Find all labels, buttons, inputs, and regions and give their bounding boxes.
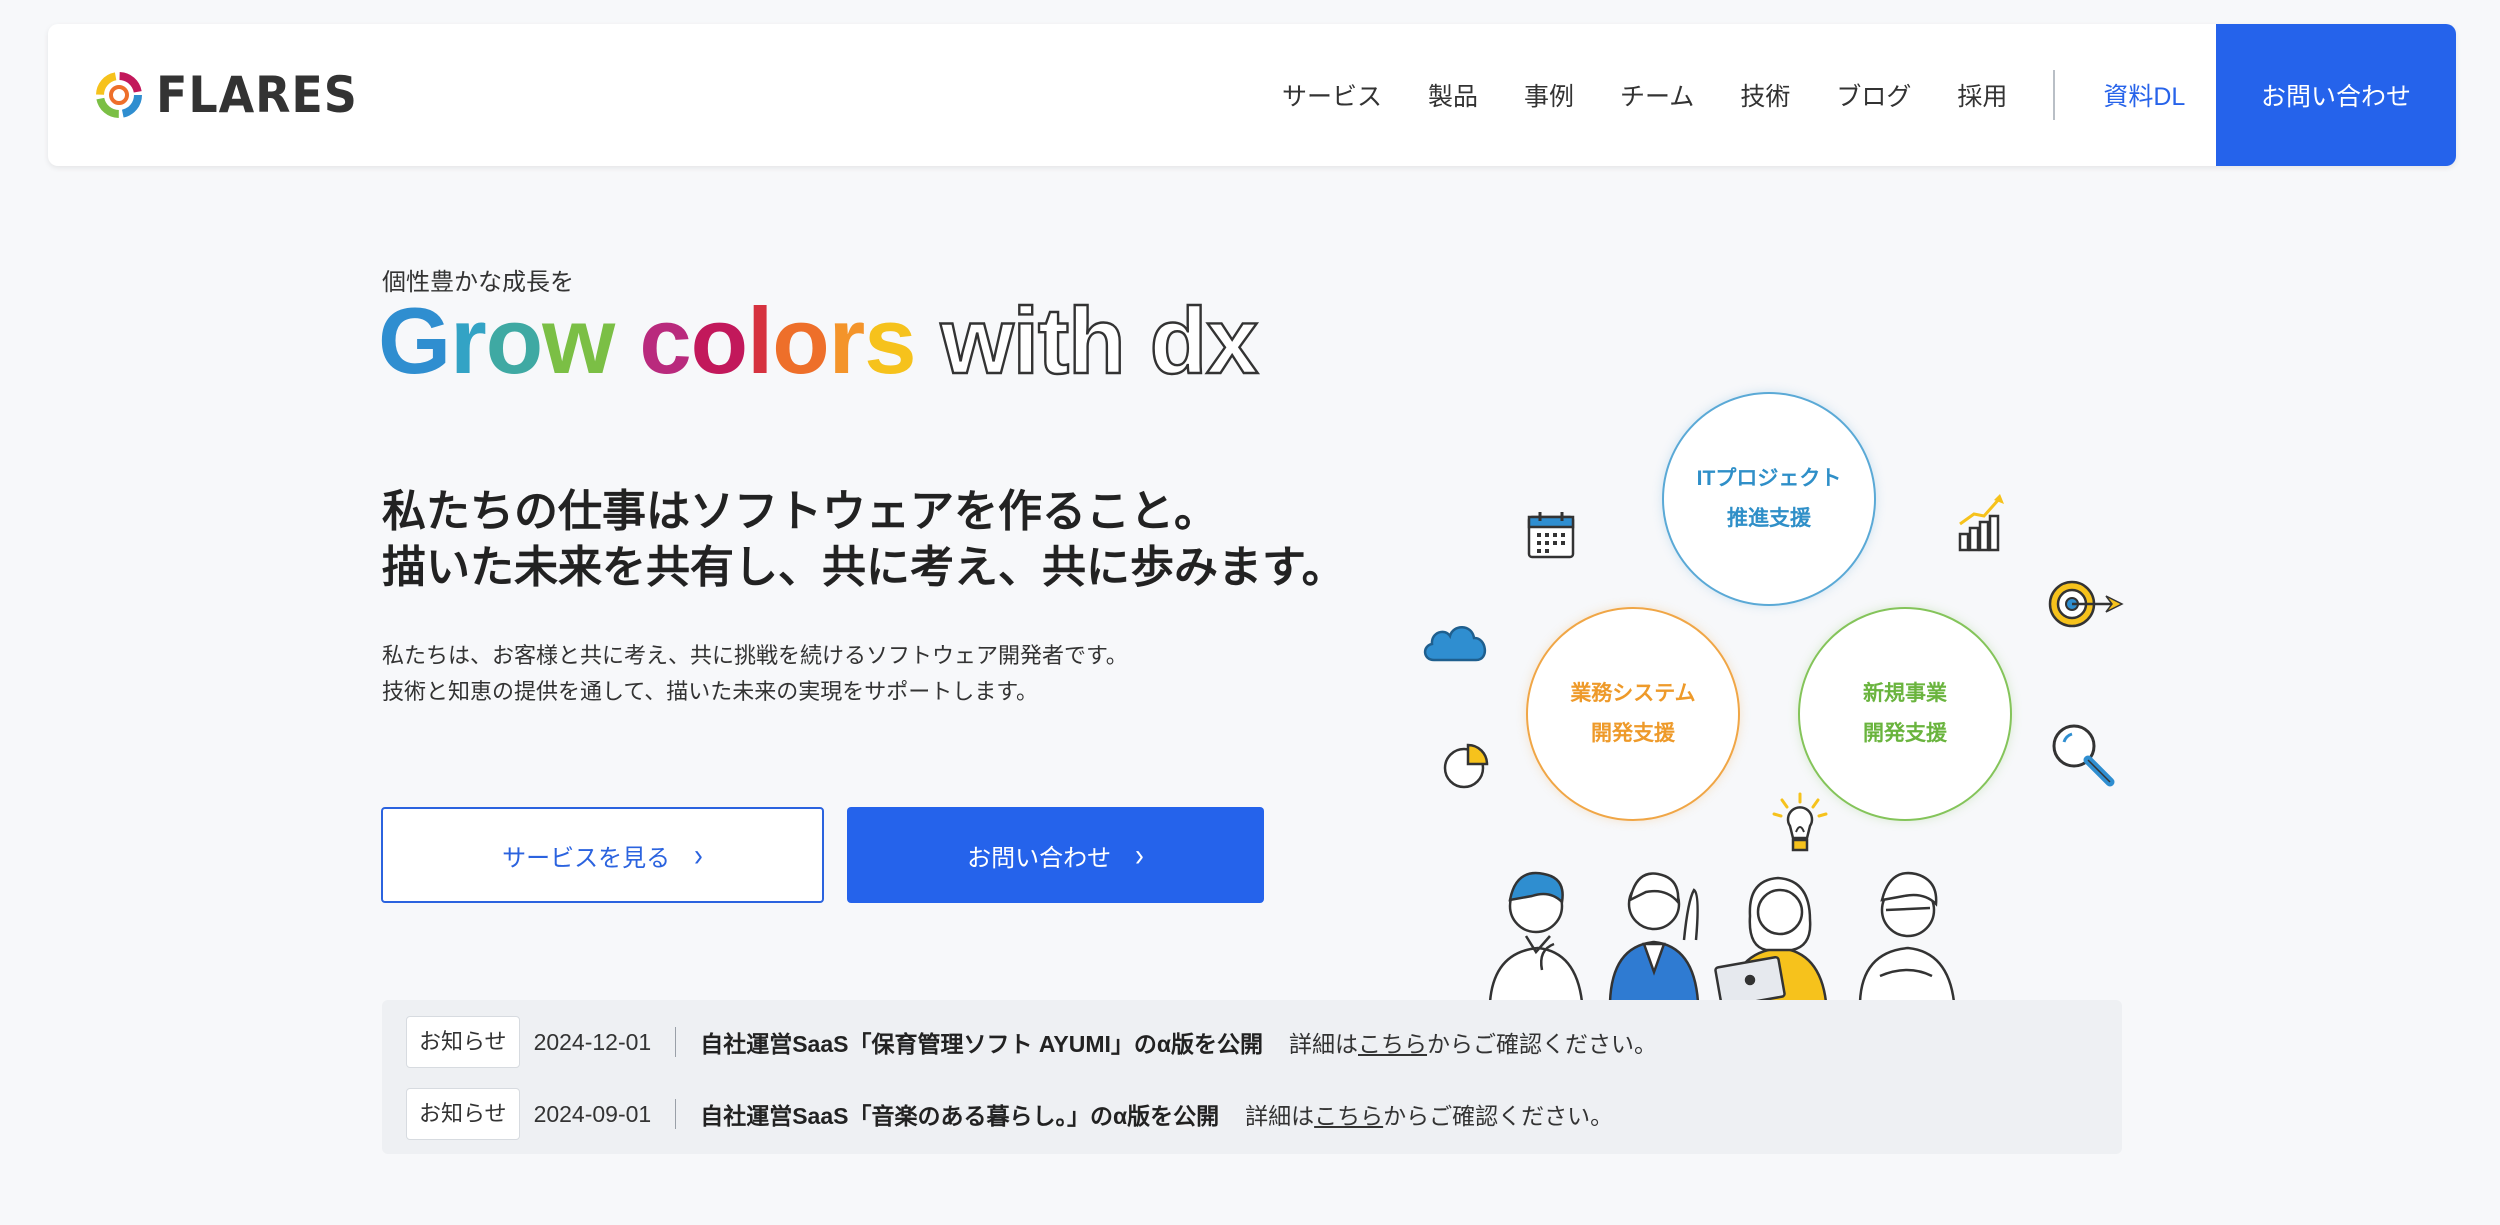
hero-title-outline: with dx xyxy=(939,288,1259,393)
news-link[interactable]: こちら xyxy=(1314,1103,1383,1129)
nav-blog[interactable]: ブログ xyxy=(1836,77,1911,113)
news-item: お知らせ 2024-09-01 自社運営SaaS「音楽のある暮らし。」のα版を公… xyxy=(406,1086,1613,1142)
news-title: 自社運営SaaS「保育管理ソフト AYUMI」のα版を公開 xyxy=(700,1031,1264,1057)
desc-line-1: 私たちは、お客様と共に考え、共に挑戦を続けるソフトウェア開発者です。 xyxy=(382,643,1128,668)
chevron-right-icon: › xyxy=(1135,836,1144,873)
nav-cases[interactable]: 事例 xyxy=(1524,77,1574,113)
hero-title-letter: w xyxy=(542,288,615,393)
circle-new-business: 新規事業 開発支援 xyxy=(1798,607,2012,821)
hero-title: Grow colors with dx xyxy=(378,290,1260,391)
circle-it-label-1: ITプロジェクト xyxy=(1696,467,1842,490)
hero-title-letter xyxy=(614,288,639,393)
nav-tech[interactable]: 技術 xyxy=(1740,77,1790,113)
magnifier-icon xyxy=(2052,724,2115,787)
calendar-icon xyxy=(1527,512,1575,559)
view-services-label: サービスを見る xyxy=(502,844,671,872)
cloud-icon xyxy=(1423,626,1486,662)
circle-biz-label-2: 開発支援 xyxy=(1591,722,1675,745)
hero-title-letter: r xyxy=(450,288,487,393)
hero-illustration: ITプロジェクト 推進支援 業務システム 開発支援 新規事業 開発支援 xyxy=(1420,380,2140,1002)
hero-title-letter: o xyxy=(485,288,543,393)
logo-mark-icon xyxy=(96,72,142,118)
headline-line-2: 描いた未来を共有し、共に考え、共に歩みます。 xyxy=(382,543,1346,592)
news-separator xyxy=(675,1099,677,1129)
news-detail: 詳細はこちらからご確認ください。 xyxy=(1289,1025,1657,1059)
news-link[interactable]: こちら xyxy=(1358,1031,1427,1057)
logo-text: FLARES xyxy=(156,66,358,124)
nav-recruit[interactable]: 採用 xyxy=(1957,77,2007,113)
hero-title-letter: G xyxy=(378,288,451,393)
logo[interactable]: FLARES xyxy=(92,64,375,126)
news-detail-prefix: 詳細は xyxy=(1289,1031,1359,1057)
hero-title-letter: l xyxy=(747,288,773,393)
site-header: FLARES サービス 製品 事例 チーム 技術 ブログ 採用 資料DL お問い… xyxy=(48,24,2456,166)
growth-chart-icon xyxy=(1958,494,2004,552)
circle-it-label-2: 推進支援 xyxy=(1727,507,1811,530)
circle-new-label-2: 開発支援 xyxy=(1863,722,1947,745)
view-services-button[interactable]: サービスを見る › xyxy=(381,807,824,903)
nav-team[interactable]: チーム xyxy=(1620,77,1694,113)
person-4 xyxy=(1858,871,1956,1002)
target-icon xyxy=(2048,580,2124,628)
circle-biz-label-1: 業務システム xyxy=(1570,682,1696,705)
hero-title-letter: o xyxy=(772,288,829,393)
pie-chart-icon xyxy=(1443,743,1489,789)
desc-line-2: 技術と知恵の提供を通して、描いた未来の実現をサポートします。 xyxy=(382,679,1039,704)
nav-divider xyxy=(2053,70,2056,120)
hero-title-colored: Grow colors xyxy=(378,288,917,393)
circle-new-label-1: 新規事業 xyxy=(1863,682,1947,705)
nav-services[interactable]: サービス xyxy=(1282,77,1382,113)
hero-contact-button[interactable]: お問い合わせ › xyxy=(847,807,1264,903)
hero-title-letter: s xyxy=(864,288,916,393)
news-separator xyxy=(675,1027,677,1057)
download-link[interactable]: 資料DL xyxy=(2103,77,2185,113)
news-date: 2024-09-01 xyxy=(533,1100,652,1127)
main-nav: サービス 製品 事例 チーム 技術 ブログ 採用 資料DL xyxy=(1282,24,2185,166)
lightbulb-icon xyxy=(1772,792,1828,852)
circle-business-system: 業務システム 開発支援 xyxy=(1526,607,1740,821)
circle-it-project: ITプロジェクト 推進支援 xyxy=(1662,392,1876,606)
news-badge: お知らせ xyxy=(406,1088,520,1140)
person-1 xyxy=(1488,871,1584,1002)
news-detail-suffix: からご確認ください。 xyxy=(1427,1031,1658,1057)
news-detail-prefix: 詳細は xyxy=(1245,1103,1315,1129)
news-detail: 詳細はこちらからご確認ください。 xyxy=(1245,1097,1613,1131)
hero-title-letter: r xyxy=(828,288,866,393)
person-2 xyxy=(1608,872,1700,1002)
news-badge: お知らせ xyxy=(406,1016,520,1068)
news-panel: お知らせ 2024-12-01 自社運営SaaS「保育管理ソフト AYUMI」の… xyxy=(382,1000,2122,1154)
person-3 xyxy=(1714,876,1828,1002)
hero-title-letter: o xyxy=(690,288,748,393)
chevron-right-icon: › xyxy=(694,836,703,873)
nav-products[interactable]: 製品 xyxy=(1428,77,1478,113)
news-item: お知らせ 2024-12-01 自社運営SaaS「保育管理ソフト AYUMI」の… xyxy=(406,1014,1657,1070)
news-date: 2024-12-01 xyxy=(533,1028,652,1055)
hero-headline: 私たちの仕事はソフトウェアを作ること。 描いた未来を共有し、共に考え、共に歩みま… xyxy=(382,484,1346,596)
header-contact-button[interactable]: お問い合わせ xyxy=(2216,24,2456,166)
hero-contact-label: お問い合わせ xyxy=(967,844,1112,872)
news-detail-suffix: からご確認ください。 xyxy=(1383,1103,1614,1129)
people-illustration xyxy=(1488,871,1956,1002)
hero-title-letter: c xyxy=(639,288,691,393)
hero-description: 私たちは、お客様と共に考え、共に挑戦を続けるソフトウェア開発者です。 技術と知恵… xyxy=(382,638,1128,710)
headline-line-1: 私たちの仕事はソフトウェアを作ること。 xyxy=(382,487,1218,536)
news-title: 自社運営SaaS「音楽のある暮らし。」のα版を公開 xyxy=(700,1103,1220,1129)
